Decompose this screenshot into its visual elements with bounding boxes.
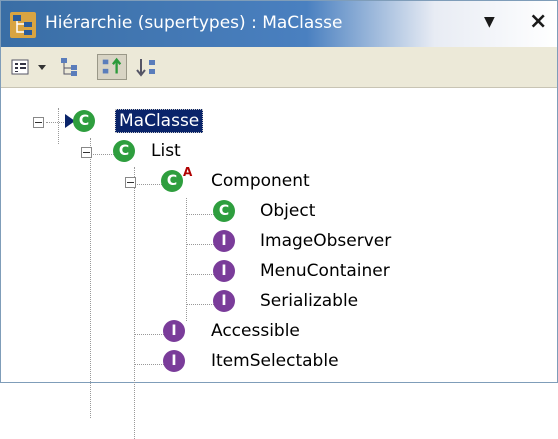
subtype-hierarchy-icon[interactable] bbox=[135, 54, 163, 80]
type-hierarchy-view: Hiérarchie (supertypes) : MaClasse ▼ × C… bbox=[0, 0, 558, 439]
interface-icon: I bbox=[213, 290, 235, 312]
collapse-icon[interactable] bbox=[81, 147, 92, 158]
tree-item-label: Accessible bbox=[211, 321, 300, 341]
tree-item-label: ImageObserver bbox=[260, 231, 392, 251]
tree-item-maclasse[interactable]: C MaClasse bbox=[1, 108, 301, 136]
tree-item-imageobserver[interactable]: I ImageObserver bbox=[1, 228, 401, 256]
class-icon: C bbox=[73, 110, 95, 132]
class-icon: C bbox=[213, 200, 235, 222]
tree-item-label: Serializable bbox=[260, 291, 359, 311]
type-hierarchy-icon bbox=[10, 12, 36, 38]
layout-menu-icon[interactable] bbox=[9, 54, 31, 80]
interface-icon: I bbox=[213, 260, 235, 282]
tree-item-component[interactable]: C A Component bbox=[1, 165, 341, 196]
tree-item-menucontainer[interactable]: I MenuContainer bbox=[1, 258, 401, 286]
view-menu-dropdown-icon[interactable]: ▼ bbox=[484, 14, 495, 30]
tree-item-label: Component bbox=[211, 171, 310, 191]
type-hierarchy-mode-icon[interactable] bbox=[57, 54, 85, 80]
tree-item-label: MenuContainer bbox=[260, 261, 390, 281]
class-icon: C bbox=[113, 140, 135, 162]
view-title: Hiérarchie (supertypes) : MaClasse bbox=[45, 13, 343, 33]
interface-icon: I bbox=[163, 350, 185, 372]
collapse-icon[interactable] bbox=[125, 177, 136, 188]
tree-item-accessible[interactable]: I Accessible bbox=[1, 318, 401, 346]
supertype-hierarchy-icon[interactable] bbox=[97, 54, 127, 80]
interface-icon: I bbox=[163, 320, 185, 342]
tree-item-label: Object bbox=[260, 201, 316, 221]
abstract-marker: A bbox=[183, 165, 193, 179]
tree-item-object[interactable]: C Object bbox=[1, 198, 341, 226]
tree-item-serializable[interactable]: I Serializable bbox=[1, 288, 401, 316]
view-titlebar[interactable]: Hiérarchie (supertypes) : MaClasse ▼ × bbox=[1, 1, 557, 47]
collapse-icon[interactable] bbox=[33, 117, 44, 128]
close-icon[interactable]: × bbox=[529, 9, 547, 34]
abstract-class-icon: C bbox=[161, 170, 183, 192]
view-toolbar bbox=[1, 47, 557, 88]
tree-item-label: List bbox=[151, 141, 181, 161]
tree-item-list[interactable]: C List bbox=[1, 138, 301, 166]
chevron-down-icon[interactable] bbox=[35, 54, 49, 80]
interface-icon: I bbox=[213, 230, 235, 252]
tree-item-itemselectable[interactable]: I ItemSelectable bbox=[1, 348, 401, 376]
tree-item-label: ItemSelectable bbox=[211, 351, 339, 371]
hierarchy-tree: C MaClasse C List C A Component C Object… bbox=[1, 88, 557, 439]
tree-item-label: MaClasse bbox=[115, 109, 204, 133]
